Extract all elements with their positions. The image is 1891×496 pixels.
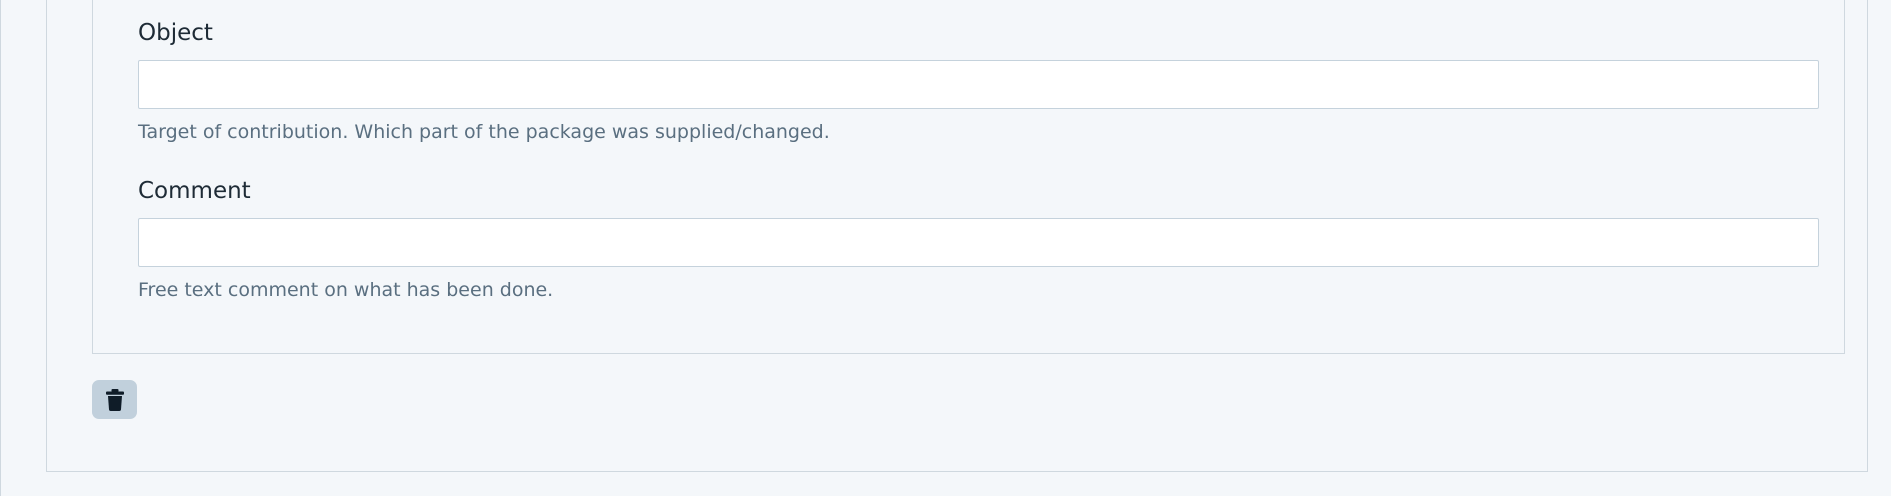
object-label: Object	[138, 20, 213, 46]
page-left-border	[0, 0, 1, 496]
comment-label: Comment	[138, 178, 251, 204]
comment-help-text: Free text comment on what has been done.	[138, 279, 554, 301]
object-input[interactable]	[138, 60, 1819, 109]
trash-icon	[105, 388, 125, 412]
object-help-text: Target of contribution. Which part of th…	[138, 121, 830, 143]
delete-entry-button[interactable]	[92, 380, 137, 419]
comment-input[interactable]	[138, 218, 1819, 267]
